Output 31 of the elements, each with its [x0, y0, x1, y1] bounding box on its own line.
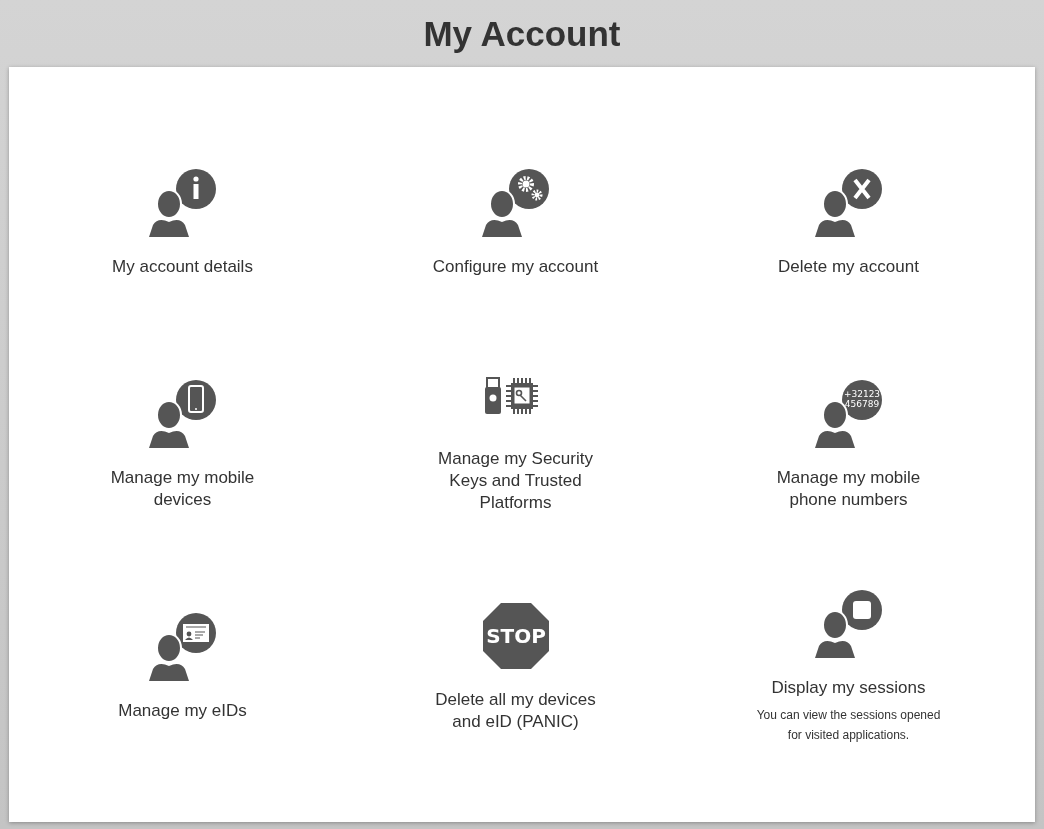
tile-label: Display my sessions	[771, 677, 926, 699]
person-number-icon	[814, 380, 882, 448]
tile-label: Manage my mobile devices	[109, 467, 256, 511]
menu-tile[interactable]: STOP Delete all my devices and eID (PANIC)	[349, 601, 682, 733]
page-title: My Account	[423, 13, 621, 54]
tile-label: Configure my account	[432, 256, 599, 278]
person-phone-icon	[148, 380, 216, 448]
stop-text: STOP	[485, 624, 546, 648]
menu-tile[interactable]: My account details	[16, 168, 349, 278]
menu-tile[interactable]: +32123 456789 Manage my mobile phone numbers	[682, 379, 1015, 511]
person-card-icon	[148, 613, 216, 681]
tile-label: Manage my mobile phone numbers	[775, 467, 922, 511]
tile-label: Delete my account	[778, 256, 919, 278]
menu-tile[interactable]: Manage my Security Keys and Trusted Platforms	[349, 376, 682, 514]
menu-tile[interactable]: Delete my account	[682, 168, 1015, 278]
person-gear-icon	[481, 169, 549, 237]
person-square-icon	[814, 590, 882, 658]
menu-tile[interactable]: Configure my account	[349, 168, 682, 278]
menu-tile[interactable]: Manage my eIDs	[16, 612, 349, 722]
tile-label: Manage my Security Keys and Trusted Platforms	[437, 448, 594, 514]
person-cross-icon	[814, 169, 882, 237]
tile-label: My account details	[112, 256, 253, 278]
tile-label: Delete all my devices and eID (PANIC)	[434, 689, 597, 733]
menu-tile[interactable]: Display my sessions You can view the sessions opened for visited applications.	[682, 589, 1015, 745]
phone-number-text: +32123	[843, 389, 880, 399]
person-info-icon	[148, 169, 216, 237]
menu-tile[interactable]: Manage my mobile devices	[16, 379, 349, 511]
tile-label: Manage my eIDs	[118, 700, 247, 722]
stop-sign-icon	[482, 603, 549, 669]
phone-number-text: 456789	[844, 399, 879, 409]
tile-description: You can view the sessions opened for visited applications.	[755, 707, 942, 744]
